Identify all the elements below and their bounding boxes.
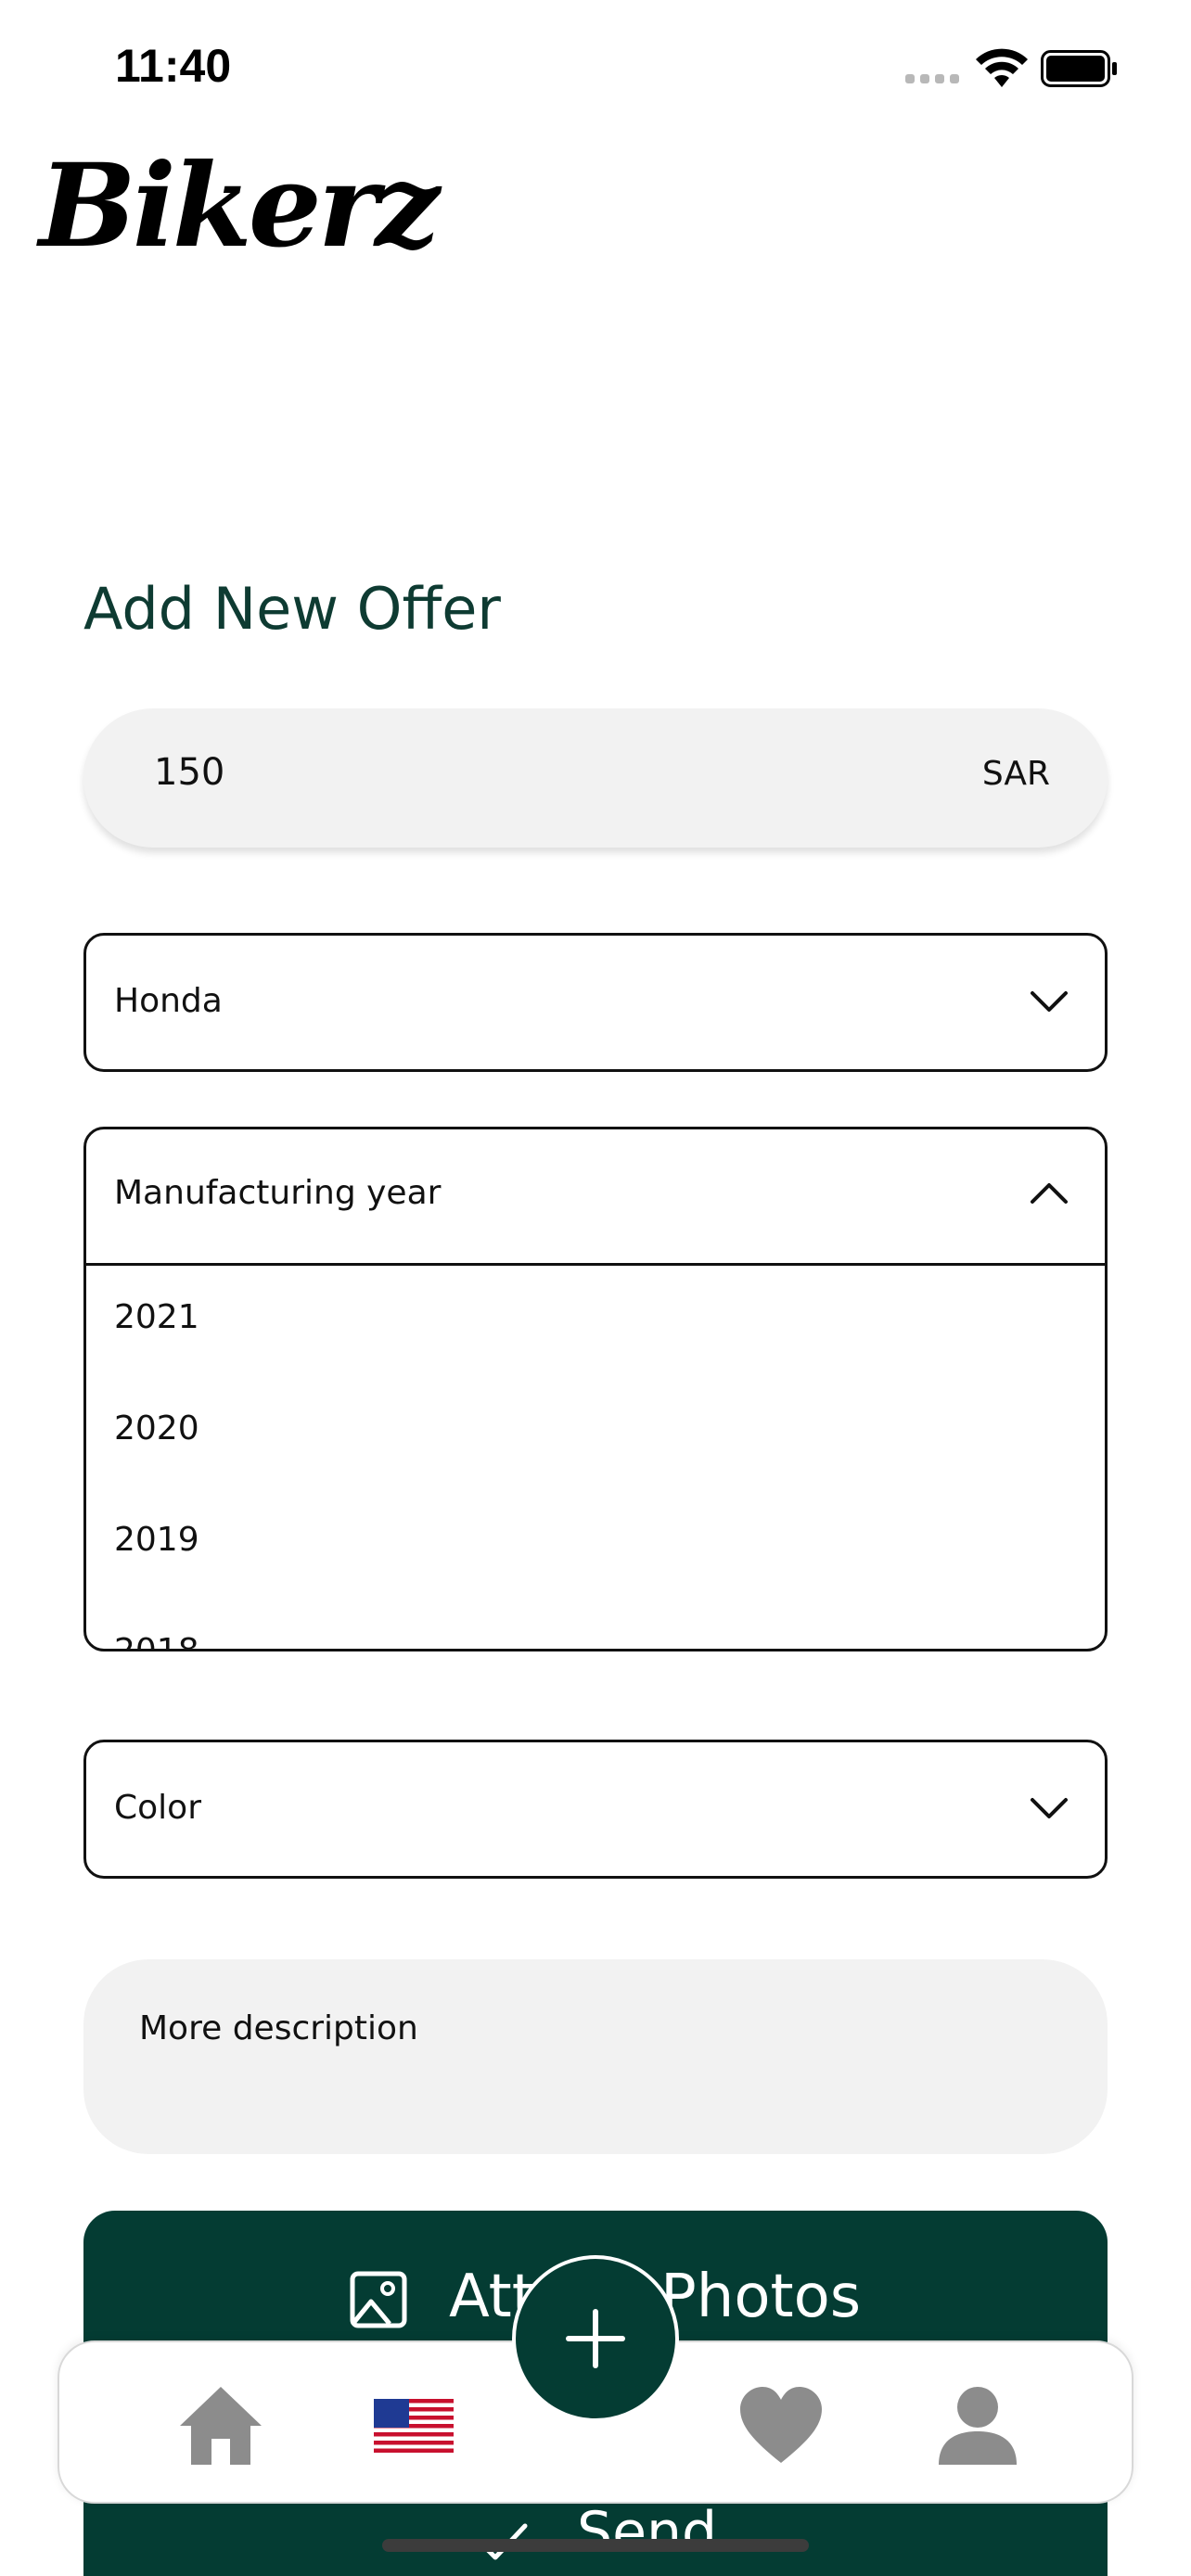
chevron-up-icon [1031,1183,1068,1204]
plus-icon [566,2309,625,2368]
us-flag-icon [374,2399,454,2453]
nav-home[interactable] [174,2379,267,2472]
year-option[interactable]: 2020 [114,1409,199,1447]
chevron-down-icon [1031,1798,1068,1818]
chevron-down-icon [1031,991,1068,1012]
price-unit: SAR [981,755,1050,793]
price-value: 150 [154,751,225,794]
brand-select[interactable]: Honda [83,933,1108,1072]
status-time: 11:40 [115,40,232,92]
year-dropdown-placeholder: Manufacturing year [114,1174,442,1212]
home-indicator [382,2539,809,2552]
description-input[interactable]: More description [83,1959,1108,2154]
app-logo: Bikerz [39,139,440,274]
year-dropdown-header[interactable]: Manufacturing year [86,1129,1105,1266]
send-label: Send [577,2500,718,2565]
nav-favorites[interactable] [735,2379,827,2472]
page-title: Add New Offer [83,575,501,643]
price-input[interactable]: 150 SAR [83,708,1108,848]
add-offer-fab[interactable] [512,2255,679,2422]
profile-icon [939,2387,1017,2465]
description-placeholder: More description [139,2009,418,2047]
year-option[interactable]: 2021 [114,1298,199,1336]
home-icon [180,2387,262,2465]
battery-icon [1041,50,1117,87]
image-icon [350,2271,407,2328]
color-select[interactable]: Color [83,1740,1108,1879]
color-select-placeholder: Color [114,1789,201,1827]
heart-icon [740,2387,822,2463]
nav-language[interactable] [367,2379,460,2472]
wifi-icon [976,48,1028,87]
cellular-signal-icon [905,74,959,83]
nav-profile[interactable] [931,2379,1024,2472]
year-option[interactable]: 2018 [114,1632,199,1649]
year-dropdown[interactable]: Manufacturing year 2021 2020 2019 2018 [83,1127,1108,1651]
year-option[interactable]: 2019 [114,1521,199,1559]
brand-select-value: Honda [114,982,223,1020]
